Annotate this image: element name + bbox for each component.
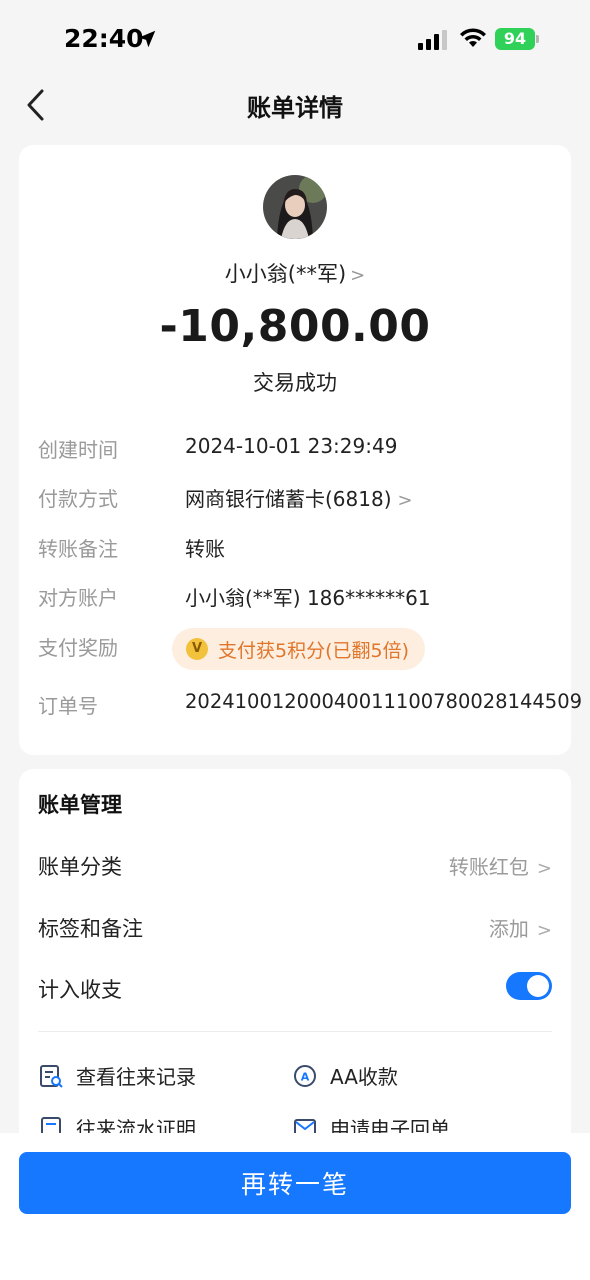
- chevron-right-icon: >: [397, 490, 413, 511]
- svg-text:A: A: [301, 1070, 310, 1083]
- tags-notes-value[interactable]: 添加 >: [489, 913, 552, 942]
- order-no-value: 20241001200040011100780028144509: [185, 690, 583, 713]
- reward-label: 支付奖励: [38, 636, 118, 660]
- payee-name[interactable]: 小小翁(**军) >: [19, 258, 571, 288]
- battery-tip: [536, 35, 539, 43]
- bill-category-label: 账单分类: [38, 855, 122, 879]
- transfer-note-value: 转账: [185, 537, 225, 561]
- points-coin-icon: V: [186, 638, 208, 660]
- wifi-icon: [460, 28, 486, 47]
- bill-category-value[interactable]: 转账红包 >: [449, 851, 552, 880]
- avatar-image: [263, 175, 327, 239]
- status-bar: 22:40 94: [0, 0, 590, 80]
- toggle-knob: [527, 975, 549, 997]
- bill-category-text: 转账红包: [448, 855, 529, 879]
- payment-method-value[interactable]: 网商银行储蓄卡(6818) >: [185, 483, 413, 512]
- avatar[interactable]: [263, 175, 327, 239]
- aa-collect-button[interactable]: A AA收款: [292, 1061, 398, 1090]
- aa-collect-label: AA收款: [330, 1065, 398, 1089]
- battery-icon: 94: [495, 28, 539, 50]
- transaction-amount: -10,800.00: [159, 301, 431, 352]
- tags-notes-text: 添加: [488, 917, 529, 941]
- chevron-right-icon: >: [536, 858, 552, 879]
- payment-method-label: 付款方式: [38, 487, 118, 511]
- status-time: 22:40: [64, 24, 144, 53]
- counterparty-value: 小小翁(**军) 186******61: [185, 586, 431, 610]
- chevron-right-icon: >: [536, 920, 552, 941]
- signal-icon: [418, 30, 447, 50]
- nav-bar: 账单详情: [0, 80, 590, 130]
- view-history-button[interactable]: 查看往来记录: [38, 1061, 196, 1090]
- record-search-icon: [40, 1064, 63, 1088]
- created-time-value: 2024-10-01 23:29:49: [185, 434, 398, 458]
- battery-percent: 94: [503, 29, 527, 48]
- include-in-budget-toggle[interactable]: [506, 972, 552, 1000]
- include-in-budget-label: 计入收支: [38, 978, 122, 1002]
- payment-method-text: 网商银行储蓄卡(6818): [185, 487, 392, 511]
- transfer-again-button[interactable]: 再转一笔: [19, 1152, 571, 1214]
- chevron-right-icon: >: [350, 265, 366, 286]
- divider: [38, 1031, 552, 1032]
- reward-text: 支付获5积分(已翻5倍): [218, 639, 410, 662]
- tags-notes-label: 标签和备注: [38, 917, 143, 941]
- counterparty-label: 对方账户: [38, 586, 118, 610]
- location-arrow-icon: [138, 30, 156, 48]
- page-title: 账单详情: [247, 94, 343, 122]
- bill-management-title: 账单管理: [38, 793, 122, 817]
- reward-badge[interactable]: V 支付获5积分(已翻5倍): [172, 628, 426, 670]
- created-time-label: 创建时间: [38, 438, 118, 462]
- transaction-detail-card: 小小翁(**军) > -10,800.00 交易成功 创建时间 2024-10-0…: [19, 145, 582, 755]
- payee-label: 小小翁(**军): [224, 262, 347, 286]
- transfer-note-label: 转账备注: [38, 537, 118, 561]
- order-no-label: 订单号: [38, 694, 98, 718]
- aa-collect-icon: A: [294, 1064, 316, 1087]
- bill-management-card: 账单管理 账单分类 转账红包 > 标签和备注 添加 > 计入收支 查看往来记录 A …: [19, 769, 571, 1149]
- transaction-status: 交易成功: [253, 371, 337, 395]
- view-history-label: 查看往来记录: [76, 1065, 196, 1089]
